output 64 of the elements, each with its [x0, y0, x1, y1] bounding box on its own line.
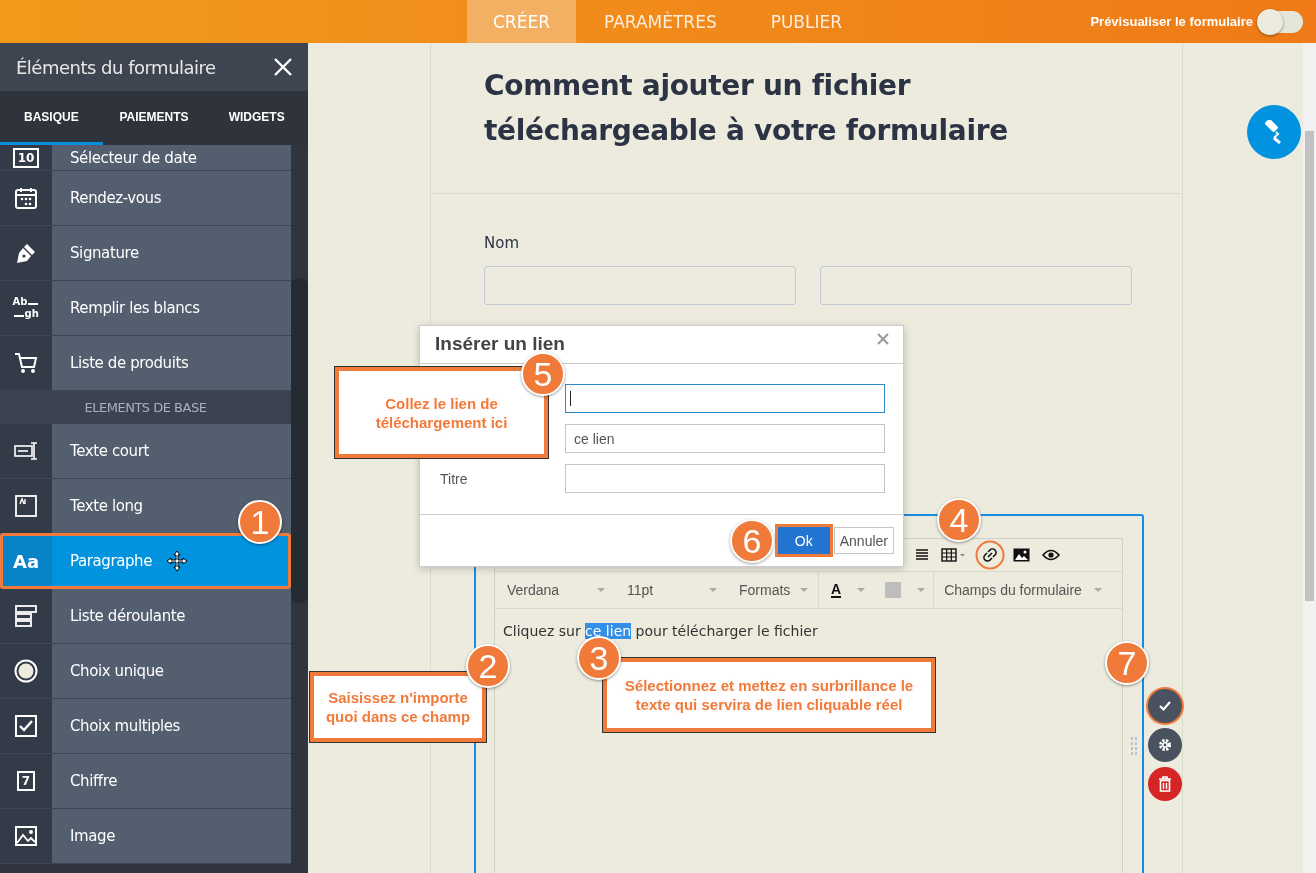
pen-nib-icon: [15, 242, 37, 264]
element-list-item[interactable]: 10 Sélecteur de date: [0, 145, 291, 171]
element-list-item[interactable]: Texte court: [0, 424, 291, 479]
input-field[interactable]: [565, 464, 885, 493]
calendar-icon: [14, 186, 38, 210]
confirm-button[interactable]: [1148, 689, 1182, 723]
input-field[interactable]: ce lien: [565, 424, 885, 453]
paint-roller-button[interactable]: [1247, 105, 1301, 159]
element-list-item[interactable]: Choix unique: [0, 644, 291, 699]
toolbar-dropdown[interactable]: 11pt: [615, 572, 727, 608]
element-list-item[interactable]: Liste de produits: [0, 336, 291, 391]
checkbox-icon: [15, 715, 37, 737]
scrollbar[interactable]: [1303, 43, 1316, 873]
toolbar-dropdown[interactable]: Formats: [727, 572, 819, 608]
element-list-item[interactable]: Image: [0, 809, 291, 864]
form-heading: Comment ajouter un fichier téléchargeable à votre formulaire: [431, 43, 1182, 194]
eye-icon[interactable]: [1042, 549, 1060, 561]
section-header: ELEMENTS DE BASE: [0, 391, 291, 424]
element-list-item[interactable]: Liste déroulante: [0, 589, 291, 644]
textarea-icon: [15, 495, 37, 517]
field-label: Titre: [440, 470, 468, 487]
toolbar-dropdown[interactable]: Champs du formulaire: [933, 572, 1112, 608]
element-list-item[interactable]: Rendez-vous: [0, 171, 291, 226]
paragraph-icon: Aa: [12, 550, 40, 572]
toolbar-dropdown[interactable]: Verdana: [495, 572, 615, 608]
image-icon[interactable]: [1013, 548, 1030, 562]
trash-icon: [1158, 776, 1172, 792]
element-list-item[interactable]: Signature: [0, 226, 291, 281]
cancel-button[interactable]: Annuler: [833, 527, 894, 554]
justify-icon[interactable]: [915, 548, 929, 562]
text-color-button[interactable]: A: [819, 572, 874, 608]
dropdown-icon: [15, 605, 37, 627]
preview-label: Prévisualiser le formulaire: [1090, 14, 1253, 29]
preview-toggle[interactable]: [1259, 10, 1303, 33]
delete-button[interactable]: [1148, 767, 1182, 801]
cart-icon: [14, 352, 38, 374]
text-cursor: [570, 391, 571, 406]
table-icon[interactable]: [941, 548, 967, 562]
sidebar-tab[interactable]: PAIEMENTS: [102, 91, 206, 145]
input-field[interactable]: [565, 384, 885, 413]
dialog-title: Insérer un lien: [435, 333, 565, 355]
step-number-badge: 4: [937, 498, 981, 542]
paragraph-text: Cliquez sur ce lien pour télécharger le fichier: [503, 623, 819, 639]
move-cursor-icon: [166, 550, 189, 572]
field-label: Nom: [484, 234, 520, 252]
image-icon: [15, 826, 37, 846]
date-icon: 10: [12, 147, 40, 168]
number-icon: 7: [16, 771, 36, 791]
settings-button[interactable]: [1148, 728, 1182, 762]
drag-handle-icon[interactable]: [1130, 736, 1138, 756]
sidebar-title: Éléments du formulaire: [16, 56, 216, 78]
ok-button[interactable]: Ok: [777, 527, 830, 554]
check-icon: [1158, 700, 1172, 712]
element-list-item[interactable]: 7 Chiffre: [0, 754, 291, 809]
input-field[interactable]: [484, 266, 796, 305]
step-number-badge: 7: [1105, 641, 1149, 685]
text-input-icon: [14, 441, 38, 461]
element-list-item[interactable]: Ab gh Remplir les blancs: [0, 281, 291, 336]
input-field[interactable]: [820, 266, 1132, 305]
link-icon[interactable]: [975, 540, 1005, 570]
gear-icon: [1158, 738, 1172, 752]
element-list-item[interactable]: Choix multiples: [0, 699, 291, 754]
sidebar-tab[interactable]: WIDGETS: [205, 91, 308, 145]
radio-icon: [14, 659, 38, 683]
